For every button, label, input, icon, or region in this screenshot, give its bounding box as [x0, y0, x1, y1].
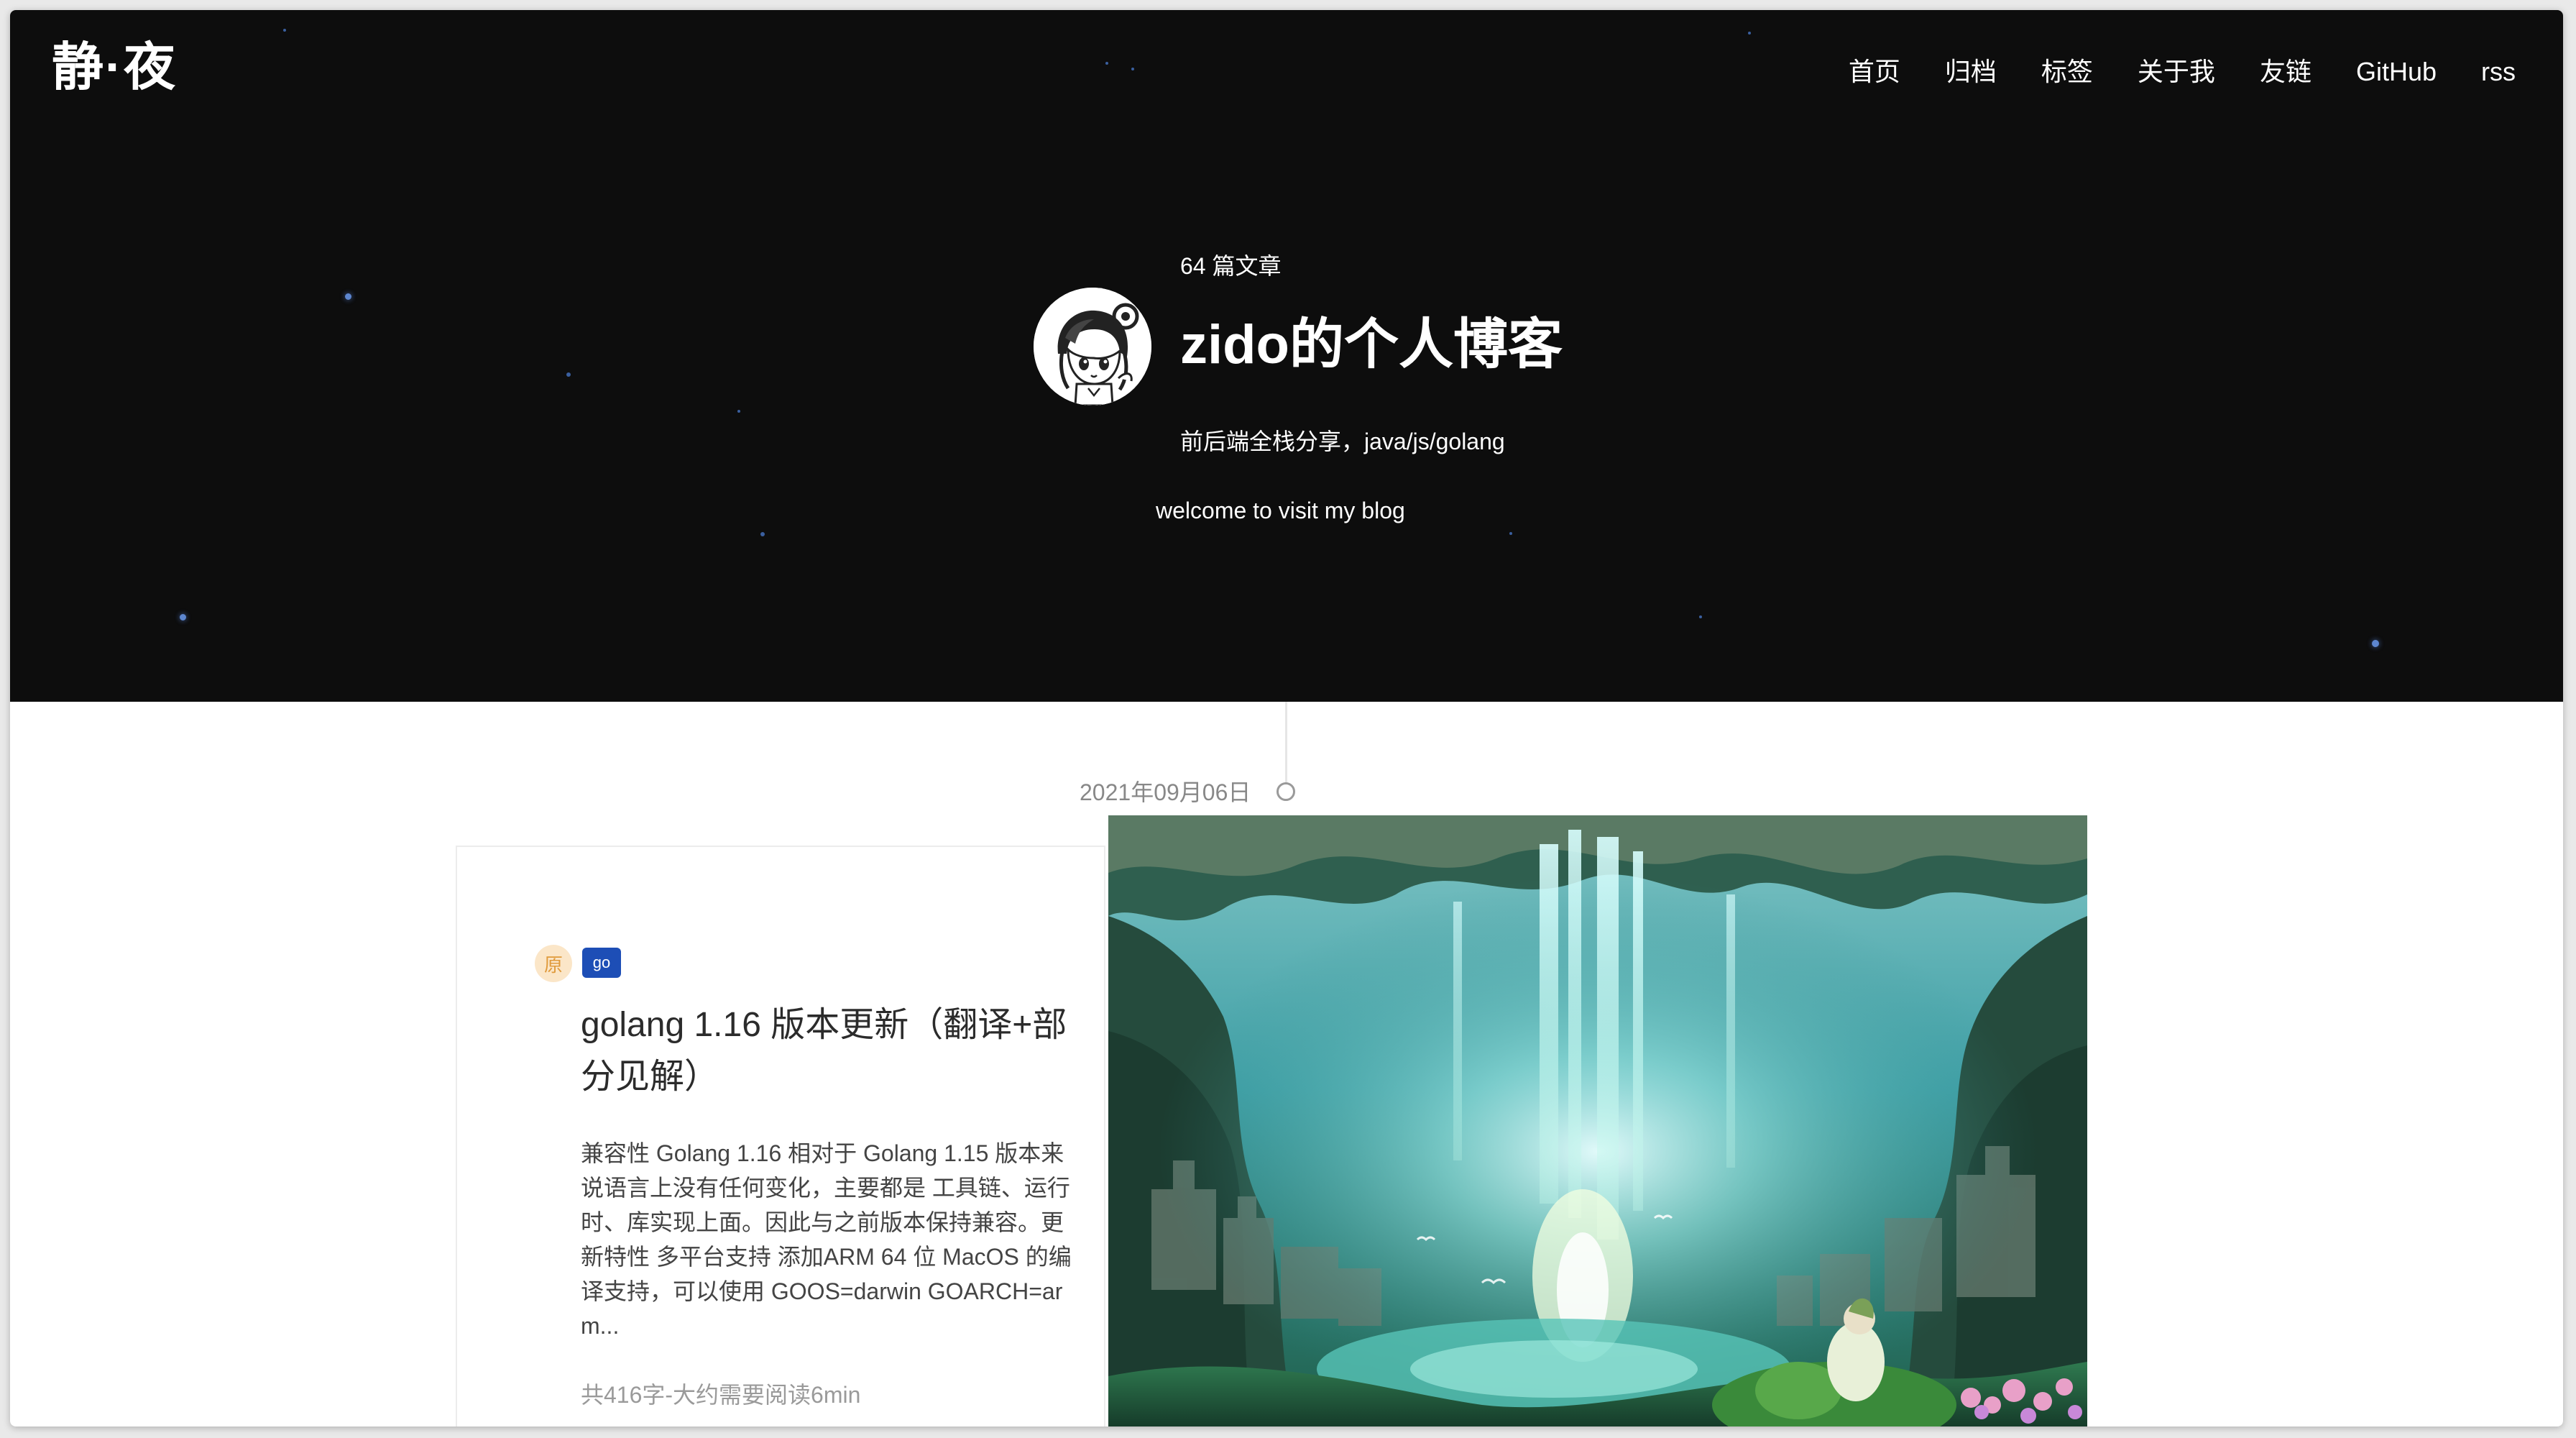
star: [1699, 615, 1702, 618]
timeline-dot: [1276, 782, 1295, 801]
tag-badge-go[interactable]: go: [582, 948, 621, 978]
welcome-text: welcome to visit my blog: [1156, 498, 1405, 523]
hero-banner: 静·夜 首页 归档 标签 关于我 友链 GitHub rss 64 篇文章 zi…: [10, 10, 2563, 702]
browser-window: 静·夜 首页 归档 标签 关于我 友链 GitHub rss 64 篇文章 zi…: [10, 10, 2563, 1426]
blog-subtitle: 前后端全栈分享，java/js/golang: [1180, 429, 1505, 454]
article-count: 64 篇文章: [1180, 253, 1282, 279]
star: [283, 29, 286, 32]
post-date: 2021年09月06日: [1080, 779, 1251, 805]
post-excerpt: 兼容性 Golang 1.16 相对于 Golang 1.15 版本来说语言上没…: [581, 1140, 1072, 1339]
avatar: [1034, 288, 1151, 406]
site-logo[interactable]: 静·夜: [52, 42, 177, 93]
star: [1131, 68, 1134, 70]
post-title[interactable]: golang 1.16 版本更新（翻译+部分见解）: [581, 999, 1077, 1103]
blog-title: zido的个人博客: [1180, 314, 1563, 375]
nav-github[interactable]: GitHub: [2356, 59, 2437, 85]
top-nav: 首页 归档 标签 关于我 友链 GitHub rss: [1849, 59, 2516, 85]
timeline-line: [1285, 702, 1287, 787]
screen: 静·夜 首页 归档 标签 关于我 友链 GitHub rss 64 篇文章 zi…: [0, 0, 2576, 1438]
post-meta: 共416字-大约需要阅读6min: [581, 1382, 861, 1408]
original-badge: 原: [535, 945, 572, 982]
star: [2372, 640, 2379, 647]
star: [1748, 32, 1751, 35]
nav-friend-links[interactable]: 友链: [2260, 59, 2312, 85]
star: [760, 532, 765, 536]
star: [566, 372, 571, 377]
nav-archive[interactable]: 归档: [1945, 59, 1997, 85]
nav-rss[interactable]: rss: [2481, 59, 2516, 85]
star: [345, 293, 351, 300]
star: [180, 614, 186, 620]
star: [1105, 62, 1108, 65]
nav-home[interactable]: 首页: [1849, 59, 1900, 85]
nav-tags[interactable]: 标签: [2041, 59, 2093, 85]
nav-about[interactable]: 关于我: [2138, 59, 2215, 85]
star: [737, 410, 740, 413]
avatar-cartoon-icon: [1034, 288, 1151, 406]
star: [1509, 532, 1512, 535]
post-cover-image[interactable]: [1108, 815, 2087, 1426]
forest-waterfall-illustration: [1108, 815, 2087, 1426]
